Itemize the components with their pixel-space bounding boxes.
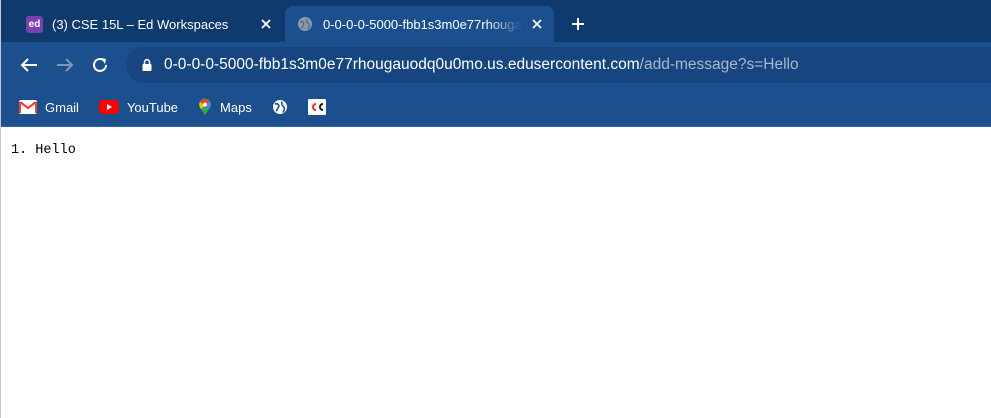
maps-icon (199, 98, 212, 115)
bookmark-gmail[interactable]: Gmail (19, 100, 79, 115)
bookmark-youtube[interactable]: YouTube (98, 99, 179, 115)
tab-strip: ed (3) CSE 15L – Ed Workspaces 0-0-0-0-5… (1, 0, 991, 42)
page-content: 1. Hello (1, 127, 991, 418)
tab-title: 0-0-0-0-5000-fbb1s3m0e77rhougauodq0u0mo (323, 16, 522, 32)
tab-active-page[interactable]: 0-0-0-0-5000-fbb1s3m0e77rhougauodq0u0mo (285, 6, 554, 42)
tab-title: (3) CSE 15L – Ed Workspaces (52, 16, 229, 32)
new-tab-button[interactable] (563, 9, 593, 39)
bookmark-label: Gmail (45, 99, 79, 115)
bookmark-codecademy[interactable] (307, 99, 326, 115)
bookmark-label: YouTube (126, 99, 179, 115)
bookmark-maps[interactable]: Maps (198, 98, 252, 116)
address-bar[interactable]: 0-0-0-0-5000-fbb1s3m0e77rhougauodq0u0mo.… (126, 47, 991, 83)
bookmarks-bar: Gmail YouTube Maps (1, 88, 991, 127)
close-icon (261, 19, 271, 29)
reload-button[interactable] (88, 53, 112, 77)
close-tab-button[interactable] (255, 13, 277, 35)
close-icon (532, 19, 542, 29)
globe-icon (298, 17, 312, 31)
back-arrow-icon (20, 58, 37, 72)
ed-logo-icon: ed (26, 15, 43, 33)
toolbar: 0-0-0-0-5000-fbb1s3m0e77rhougauodq0u0mo.… (1, 42, 991, 88)
url-host: 0-0-0-0-5000-fbb1s3m0e77rhougauodq0u0mo.… (164, 56, 640, 73)
gmail-icon (19, 100, 37, 114)
youtube-icon (98, 100, 119, 114)
url-path: /add-message?s=Hello (639, 56, 799, 73)
tab-ed-workspaces[interactable]: ed (3) CSE 15L – Ed Workspaces (19, 6, 283, 42)
browser-window: ed (3) CSE 15L – Ed Workspaces 0-0-0-0-5… (0, 0, 991, 418)
bookmark-globe[interactable] (272, 99, 288, 115)
message-line: 1. Hello (11, 143, 76, 158)
globe-icon (272, 100, 287, 114)
reload-icon (93, 57, 107, 72)
lock-icon[interactable] (140, 58, 154, 72)
forward-button[interactable] (53, 53, 77, 77)
back-button[interactable] (17, 53, 41, 77)
plus-icon (572, 18, 584, 30)
close-tab-button[interactable] (526, 13, 548, 35)
codecademy-icon (307, 99, 326, 115)
bookmark-label: Maps (220, 99, 252, 115)
forward-arrow-icon (57, 58, 74, 72)
